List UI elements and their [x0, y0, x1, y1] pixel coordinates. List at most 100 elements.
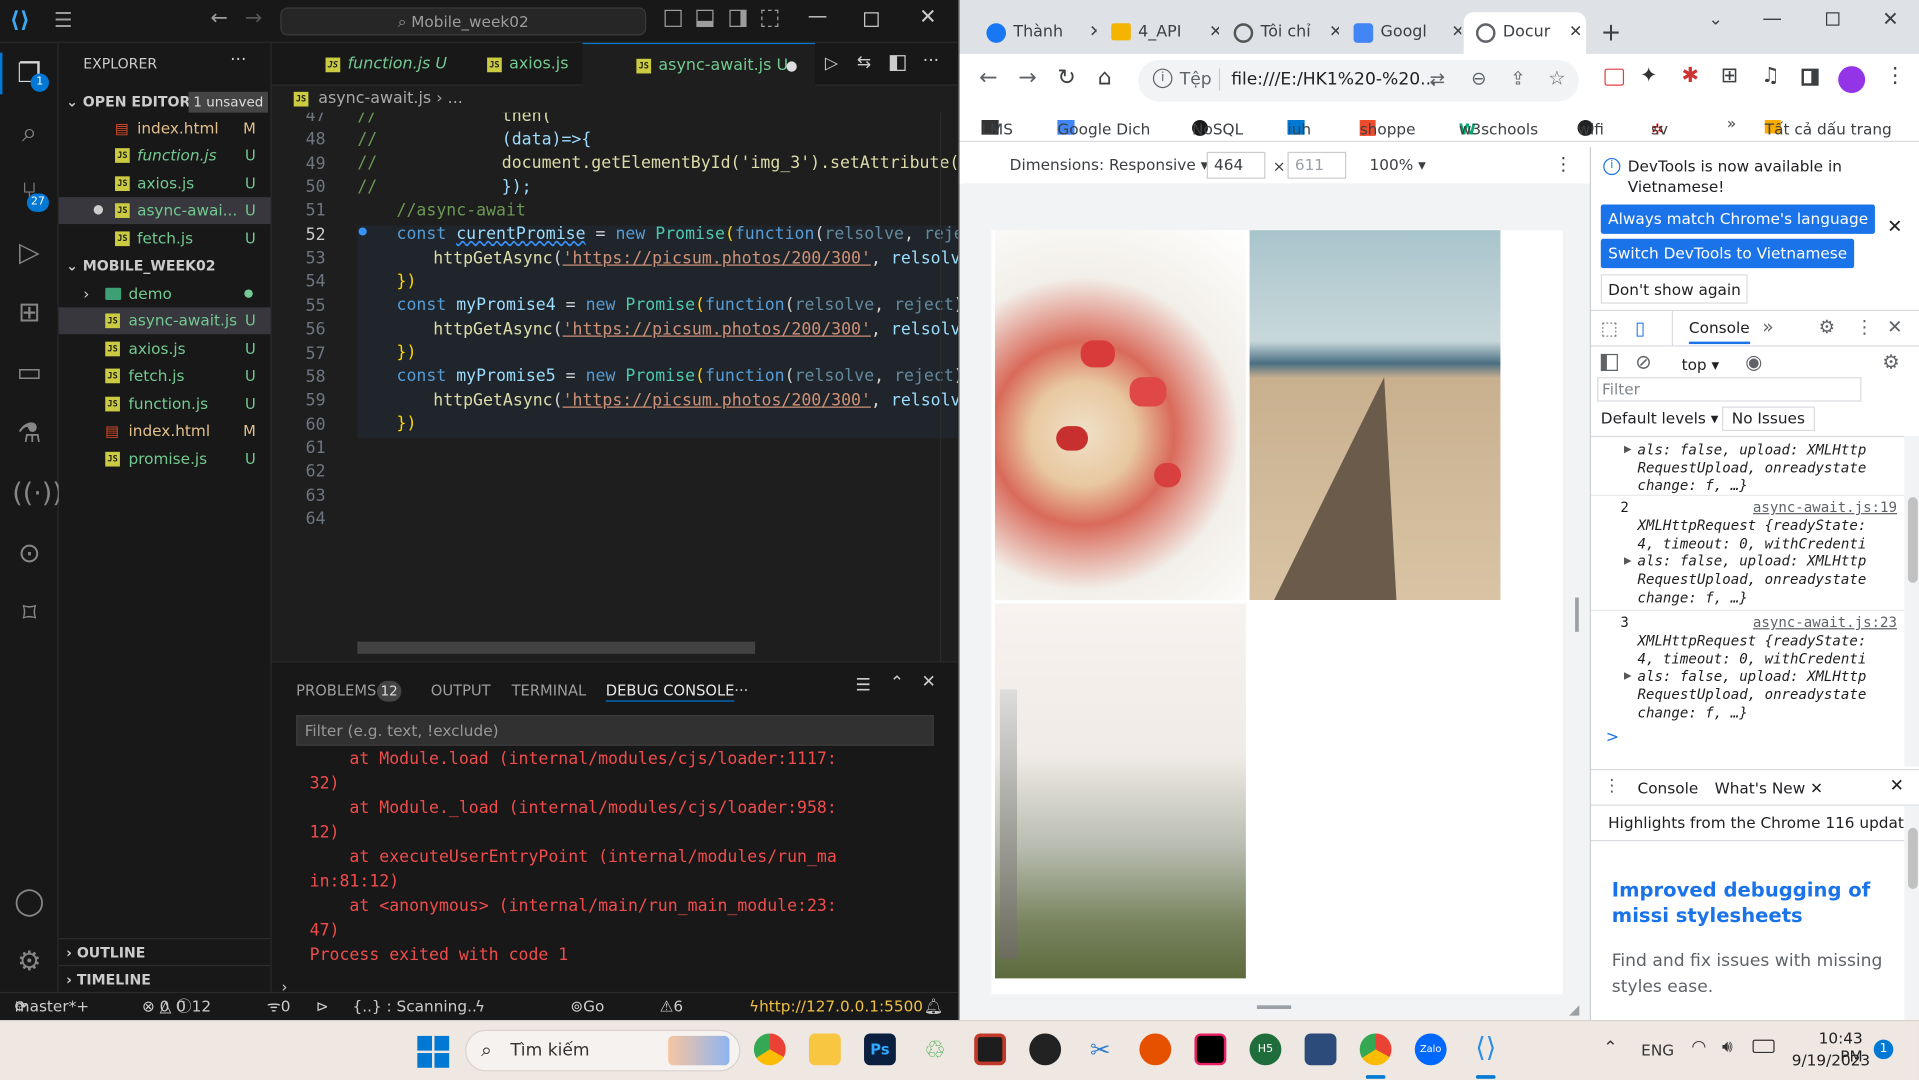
server-url-status[interactable]: ϟ http://127.0.0.1:5500	[749, 993, 923, 1020]
console-prompt[interactable]: >	[1606, 729, 1619, 747]
bookmark-star-icon[interactable]: ☆	[1548, 66, 1566, 89]
more-actions-icon[interactable]: ···	[923, 51, 939, 71]
live-expression-eye-icon[interactable]: ◉	[1745, 350, 1762, 373]
go-live-button[interactable]: ⊚ Go Live	[570, 993, 604, 1020]
translate-page-icon[interactable]: ⇄	[1429, 69, 1444, 91]
scrollbar-thumb[interactable]	[1907, 497, 1918, 583]
zalo-icon[interactable]: Zalo	[1414, 1033, 1447, 1066]
tab-async-await-js[interactable]: JS async-await.js U ●	[582, 42, 816, 87]
settings-gear-icon[interactable]: ⚙	[12, 945, 46, 979]
open-editor-item[interactable]: ▤ index.html M	[59, 115, 271, 142]
expand-triangle-icon[interactable]: ▶	[1624, 443, 1632, 454]
ports-status[interactable]: ᯤ 0	[267, 993, 291, 1020]
file-explorer-icon[interactable]	[808, 1033, 841, 1066]
file-item[interactable]: JS fetch.js U	[59, 362, 271, 389]
close-tab-icon[interactable]: ✕	[1209, 12, 1219, 54]
close-window-icon[interactable]: ✕	[1882, 7, 1898, 30]
extensions-icon[interactable]: ⊞	[12, 296, 46, 330]
dont-show-again-button[interactable]: Don't show again	[1600, 274, 1749, 304]
open-editor-item[interactable]: JS fetch.js U	[59, 225, 271, 252]
devtools-menu-icon[interactable]: ⋮	[1855, 316, 1873, 338]
tab-output[interactable]: OUTPUT	[431, 672, 491, 709]
file-item[interactable]: JS promise.js U	[59, 446, 271, 473]
app-icon-h5[interactable]: H5	[1249, 1033, 1282, 1066]
branch-status[interactable]: ⑂ master*+ ⟳	[15, 993, 89, 1020]
compare-icon[interactable]: ⇆	[857, 53, 871, 73]
spell-status[interactable]: ⚠ 6 Spell	[660, 993, 683, 1020]
code-editor[interactable]: 47 48 49 50 51 52 53 54 55 56 57 58 59 60 61 62 63 64 ● /…	[272, 112, 958, 662]
always-match-language-button[interactable]: Always match Chrome's language	[1600, 204, 1876, 234]
search-icon[interactable]: ⌕	[12, 116, 46, 150]
debug-run-icon[interactable]: ⊳	[316, 993, 329, 1020]
settings-gear-icon[interactable]: ⚙	[1819, 316, 1835, 338]
context-select[interactable]: top ▾	[1682, 355, 1720, 373]
device-toggle-icon[interactable]: ▯	[1635, 317, 1645, 339]
height-input[interactable]: 611	[1287, 151, 1347, 179]
zoom-select[interactable]: 100% ▾	[1369, 156, 1425, 174]
menu-icon[interactable]: ☰	[54, 9, 73, 33]
vertical-scrollbar[interactable]	[939, 112, 957, 662]
maximize-panel-icon[interactable]: ⌃	[890, 673, 904, 693]
bookmarks-icon[interactable]: ⌑	[12, 598, 46, 632]
close-tab-icon[interactable]: ✕	[1089, 12, 1096, 54]
horizontal-scrollbar[interactable]	[357, 641, 756, 654]
command-center-search[interactable]: ⌕ Mobile_week02	[280, 7, 647, 36]
app-icon-orange[interactable]	[1139, 1033, 1172, 1066]
console-filter-input[interactable]: Filter	[1597, 377, 1862, 402]
outline-header[interactable]: › OUTLINE	[58, 937, 271, 965]
language-indicator[interactable]: ENG	[1641, 1041, 1674, 1059]
close-panel-icon[interactable]: ✕	[922, 672, 936, 692]
open-editor-item[interactable]: JS axios.js U	[59, 170, 271, 197]
wifi-icon[interactable]: ◠	[1691, 1037, 1706, 1057]
taskbar-search[interactable]: ⌕ Tìm kiếm	[465, 1029, 741, 1072]
split-editor-icon[interactable]	[889, 55, 906, 72]
info-icon[interactable]: i	[1152, 68, 1173, 89]
browser-tab-facebook[interactable]: Thành ✕	[984, 12, 1097, 54]
dimensions-select[interactable]: Dimensions: Responsive ▾	[1010, 156, 1209, 174]
file-item[interactable]: JS async-await.js U	[58, 307, 271, 335]
notification-badge[interactable]: 1	[1873, 1039, 1894, 1060]
close-drawer-icon[interactable]: ✕	[1890, 776, 1904, 796]
problems-status[interactable]: ⊗ 0 △ 0 ⓘ 12	[142, 993, 211, 1020]
bookmarks-more-icon[interactable]: »	[1727, 114, 1736, 132]
testing-icon[interactable]: ⚗	[12, 418, 46, 452]
more-tabs-icon[interactable]: »	[1762, 316, 1773, 338]
console-scrollbar[interactable]	[1904, 435, 1919, 767]
address-url[interactable]: file:///E:/HK1%20-%20...	[1231, 70, 1436, 90]
extension-icon-1[interactable]: ✦	[1640, 64, 1657, 88]
tab-problems[interactable]: PROBLEMS	[296, 672, 376, 709]
live-share-icon[interactable]: ((·))	[12, 478, 63, 512]
switch-to-vietnamese-button[interactable]: Switch DevTools to Vietnamese	[1600, 238, 1855, 269]
start-button[interactable]	[417, 1035, 450, 1068]
extension-pdf-icon[interactable]	[1604, 68, 1625, 86]
maximize-icon[interactable]	[864, 12, 879, 27]
unsaved-dot-icon[interactable]: ●	[93, 197, 104, 224]
app-icon-red[interactable]	[974, 1033, 1007, 1066]
tab-console[interactable]: Console	[1688, 318, 1750, 345]
drawer-tab-whats-new[interactable]: What's New ✕	[1715, 779, 1823, 797]
accounts-icon[interactable]: ◯	[12, 885, 46, 919]
vscode-taskbar-icon[interactable]: ⟨⟩	[1470, 1033, 1502, 1065]
scanning-status[interactable]: {..} : Scanning..	[352, 993, 476, 1020]
address-bar[interactable]: i Tệp file:///E:/HK1%20-%20... ⇄ ⊖ ⇪ ☆	[1138, 60, 1579, 102]
folder-item-demo[interactable]: › ● demo	[59, 280, 271, 307]
unsaved-dot-icon[interactable]: ●	[786, 44, 798, 87]
reload-icon[interactable]: ↻	[1057, 65, 1075, 91]
zoom-icon[interactable]: ⊖	[1471, 67, 1486, 89]
minimize-icon[interactable]: —	[1762, 6, 1782, 29]
customize-layout-icon[interactable]	[761, 9, 779, 27]
expand-triangle-icon[interactable]: ▶	[1624, 670, 1632, 681]
drawer-menu-icon[interactable]: ⋮	[1603, 776, 1620, 796]
close-tab-icon[interactable]: ✕	[1451, 12, 1461, 54]
close-window-icon[interactable]: ✕	[919, 5, 936, 29]
no-issues-button[interactable]: No Issues	[1721, 406, 1815, 432]
git-graph-icon[interactable]: ⊙	[12, 538, 46, 572]
tab-debug-console[interactable]: DEBUG CONSOLE	[605, 672, 735, 702]
app-icon-black[interactable]	[1029, 1033, 1062, 1066]
run-icon[interactable]: ▷	[825, 54, 838, 74]
maximize-icon[interactable]	[1825, 12, 1840, 26]
chrome-menu-icon[interactable]: ⋮	[1885, 64, 1906, 88]
share-icon[interactable]: ⇪	[1510, 67, 1525, 89]
notification-bell-icon[interactable]: 🔔︎	[924, 993, 943, 1020]
clear-console-icon[interactable]: ☰	[855, 676, 870, 696]
